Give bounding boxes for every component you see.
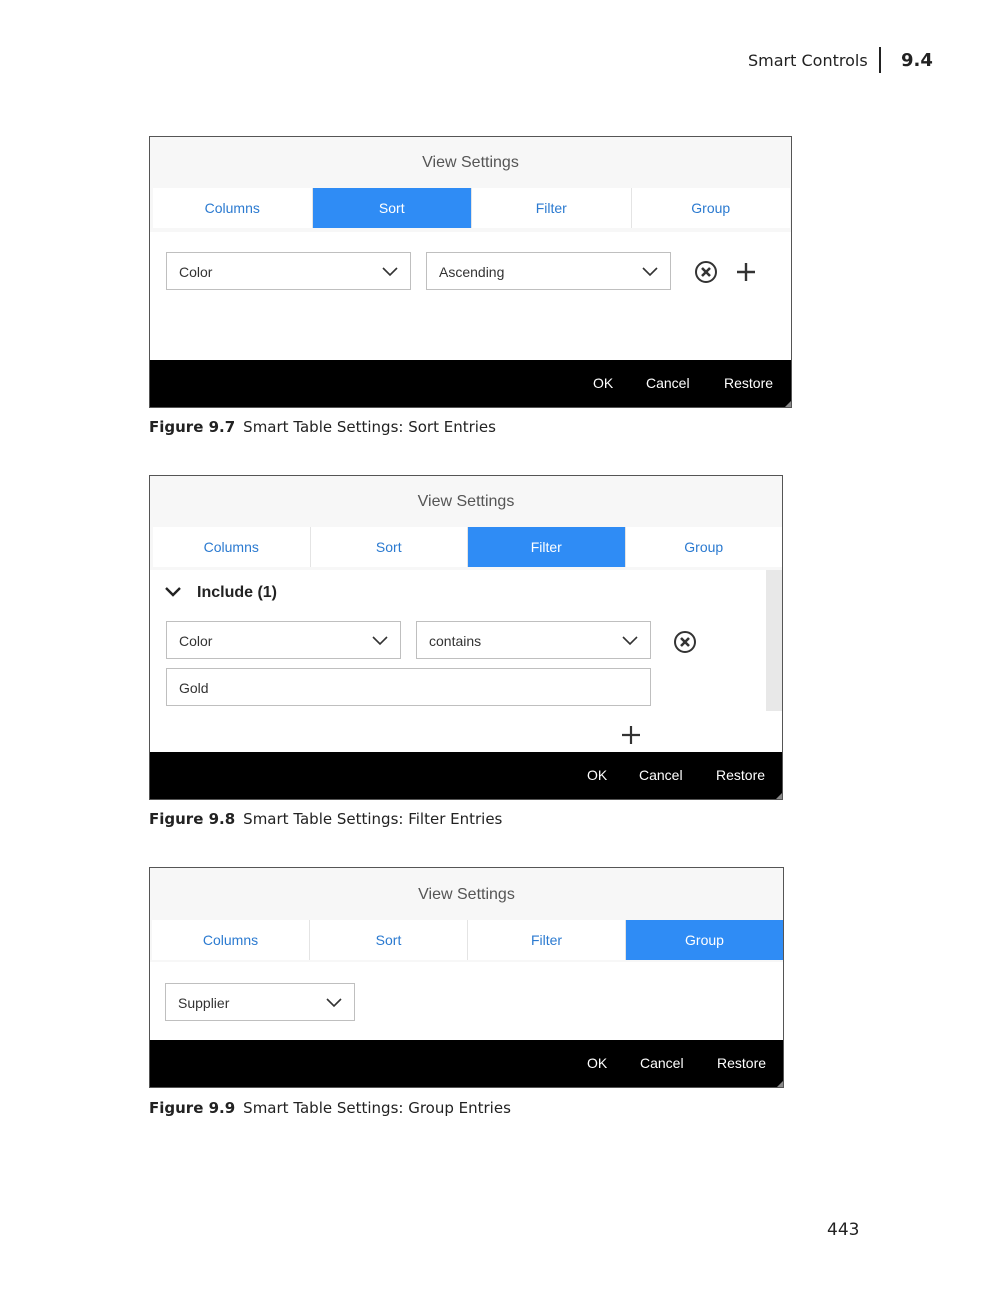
chevron-down-icon <box>382 267 398 277</box>
dialog-title: View Settings <box>417 493 515 510</box>
tab-columns[interactable]: Columns <box>153 527 311 567</box>
figure-caption: Figure 9.8 Smart Table Settings: Filter E… <box>149 810 502 828</box>
collapse-chevron-icon[interactable] <box>165 585 181 599</box>
add-icon[interactable] <box>734 260 758 284</box>
filter-operator-select[interactable]: contains <box>416 621 651 659</box>
remove-circle-icon[interactable] <box>694 260 718 284</box>
figure-caption-text: Smart Table Settings: Group Entries <box>243 1099 511 1117</box>
group-content-panel: Supplier <box>150 962 783 1040</box>
dialog-title: View Settings <box>418 886 515 903</box>
figure-caption-text: Smart Table Settings: Filter Entries <box>243 810 503 828</box>
sort-field-value: Color <box>179 264 213 280</box>
ok-button[interactable]: OK <box>587 1055 607 1071</box>
tab-bar: Columns Sort Filter Group <box>153 527 782 567</box>
resize-grip[interactable] <box>777 1081 783 1087</box>
tab-filter[interactable]: Filter <box>472 188 632 228</box>
dialog-footer: OK Cancel Restore <box>150 752 782 799</box>
sort-field-select[interactable]: Color <box>166 252 411 290</box>
view-settings-dialog-sort: View Settings Columns Sort Filter Group … <box>149 136 792 408</box>
restore-button[interactable]: Restore <box>716 767 765 783</box>
restore-button[interactable]: Restore <box>717 1055 766 1071</box>
dialog-footer: OK Cancel Restore <box>150 1040 783 1087</box>
figure-caption-text: Smart Table Settings: Sort Entries <box>243 418 496 436</box>
figure-caption: Figure 9.7 Smart Table Settings: Sort Ent… <box>149 418 496 436</box>
tab-group[interactable]: Group <box>632 188 791 228</box>
dialog-footer: OK Cancel Restore <box>150 360 791 407</box>
sort-order-value: Ascending <box>439 264 505 280</box>
tab-columns[interactable]: Columns <box>152 920 310 960</box>
tab-sort[interactable]: Sort <box>310 920 468 960</box>
chevron-down-icon <box>326 998 342 1008</box>
tab-bar: Columns Sort Filter Group <box>153 188 790 228</box>
filter-content-panel: Include (1) Color contains Gold <box>150 570 782 752</box>
tab-columns[interactable]: Columns <box>153 188 313 228</box>
chevron-down-icon <box>642 267 658 277</box>
group-field-value: Supplier <box>178 995 230 1011</box>
running-header-title: Smart Controls <box>748 51 868 70</box>
ok-button[interactable]: OK <box>593 375 613 391</box>
scrollbar-track[interactable] <box>766 570 782 711</box>
tab-sort[interactable]: Sort <box>311 527 468 567</box>
cancel-button[interactable]: Cancel <box>640 1055 684 1071</box>
figure-label: Figure 9.7 <box>149 418 236 436</box>
chevron-down-icon <box>622 636 638 646</box>
view-settings-dialog-filter: View Settings Columns Sort Filter Group … <box>149 475 783 800</box>
view-settings-dialog-group: View Settings Columns Sort Filter Group … <box>149 867 784 1088</box>
resize-grip[interactable] <box>785 401 791 407</box>
figure-caption: Figure 9.9 Smart Table Settings: Group En… <box>149 1099 511 1117</box>
page-number: 443 <box>827 1220 860 1240</box>
figure-label: Figure 9.8 <box>149 810 236 828</box>
tab-filter[interactable]: Filter <box>468 527 626 567</box>
cancel-button[interactable]: Cancel <box>639 767 683 783</box>
filter-operator-value: contains <box>429 633 482 649</box>
chevron-down-icon <box>372 636 388 646</box>
tab-group[interactable]: Group <box>626 527 783 567</box>
scrollbar-thumb[interactable] <box>766 570 782 711</box>
running-header-section-number: 9.4 <box>901 50 933 71</box>
header-separator <box>879 47 881 73</box>
tab-bar: Columns Sort Filter Group <box>152 920 783 960</box>
add-icon[interactable] <box>619 723 643 747</box>
remove-circle-icon[interactable] <box>673 630 697 654</box>
tab-sort[interactable]: Sort <box>312 188 472 228</box>
filter-value-text: Gold <box>179 680 209 696</box>
tab-filter[interactable]: Filter <box>468 920 626 960</box>
include-section-label[interactable]: Include (1) <box>197 584 277 602</box>
sort-content-panel: Color Ascending <box>150 232 791 360</box>
figure-label: Figure 9.9 <box>149 1099 236 1117</box>
filter-field-select[interactable]: Color <box>166 621 401 659</box>
group-field-select[interactable]: Supplier <box>165 983 355 1021</box>
tab-group[interactable]: Group <box>626 920 783 960</box>
ok-button[interactable]: OK <box>587 767 607 783</box>
cancel-button[interactable]: Cancel <box>646 375 690 391</box>
restore-button[interactable]: Restore <box>724 375 773 391</box>
filter-value-input[interactable]: Gold <box>166 668 651 706</box>
sort-order-select[interactable]: Ascending <box>426 252 671 290</box>
dialog-title: View Settings <box>422 154 519 171</box>
filter-field-value: Color <box>179 633 213 649</box>
resize-grip[interactable] <box>776 793 782 799</box>
